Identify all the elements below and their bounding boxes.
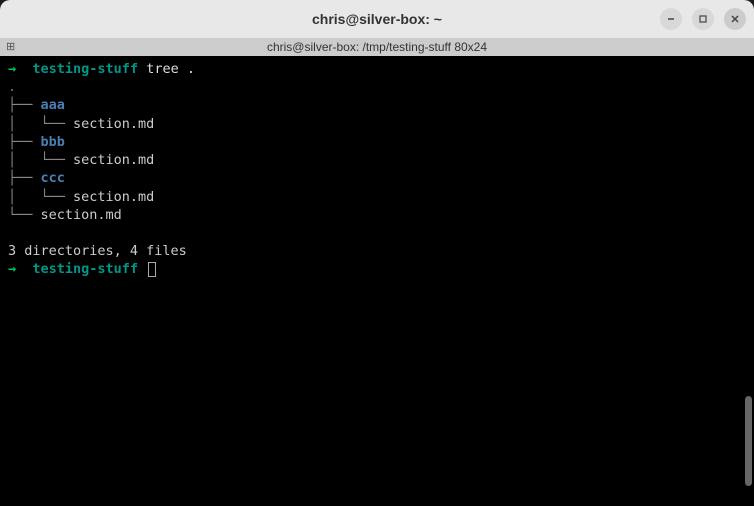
prompt2-dir: testing-stuff bbox=[32, 261, 138, 277]
tab-title: chris@silver-box: /tmp/testing-stuff 80x… bbox=[267, 40, 487, 54]
tree-dir: aaa bbox=[41, 97, 65, 113]
window-controls bbox=[660, 8, 746, 30]
tree-root: . bbox=[8, 79, 16, 95]
tab-bar: ⊞ chris@silver-box: /tmp/testing-stuff 8… bbox=[0, 38, 754, 56]
pane-icon: ⊞ bbox=[6, 40, 15, 53]
tree-body: ├── aaa │ └── section.md ├── bbb │ └── s… bbox=[8, 97, 154, 222]
maximize-button[interactable] bbox=[692, 8, 714, 30]
prompt2-arrow: → bbox=[8, 261, 16, 277]
tree-file: section.md bbox=[73, 189, 154, 205]
terminal-output[interactable]: → testing-stuff tree . . ├── aaa │ └── s… bbox=[0, 56, 754, 506]
command-text: tree . bbox=[146, 61, 195, 77]
tree-file: section.md bbox=[73, 116, 154, 132]
prompt-dir: testing-stuff bbox=[32, 61, 138, 77]
cursor bbox=[148, 262, 156, 277]
scrollbar[interactable] bbox=[745, 396, 752, 486]
tree-dir: bbb bbox=[41, 134, 65, 150]
tree-file: section.md bbox=[73, 152, 154, 168]
tree-dir: ccc bbox=[41, 170, 65, 186]
close-button[interactable] bbox=[724, 8, 746, 30]
window-title: chris@silver-box: ~ bbox=[312, 11, 442, 27]
tree-file: section.md bbox=[41, 207, 122, 223]
prompt-arrow: → bbox=[8, 61, 16, 77]
tree-summary: 3 directories, 4 files bbox=[8, 243, 187, 259]
minimize-button[interactable] bbox=[660, 8, 682, 30]
titlebar: chris@silver-box: ~ bbox=[0, 0, 754, 38]
